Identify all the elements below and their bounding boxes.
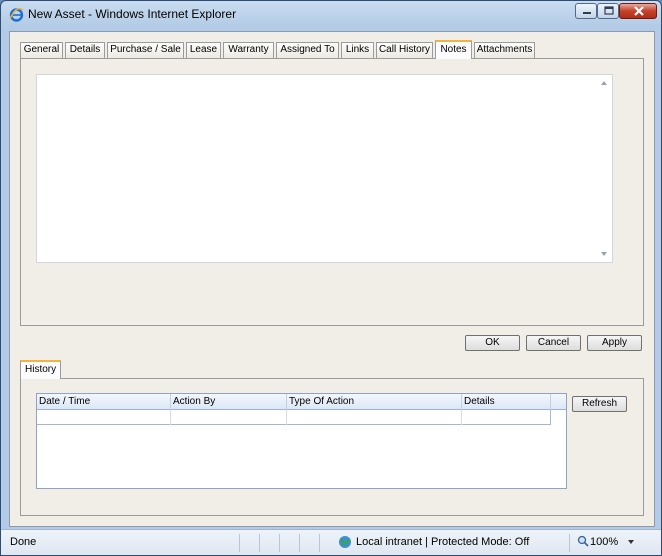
status-divider bbox=[259, 534, 260, 552]
title-bar[interactable]: New Asset - Windows Internet Explorer bbox=[1, 1, 661, 27]
page-content: General Details Purchase / Sale Lease Wa… bbox=[9, 31, 655, 527]
notes-panel bbox=[20, 58, 644, 326]
tab-warranty[interactable]: Warranty bbox=[223, 42, 274, 58]
minimize-button[interactable] bbox=[575, 3, 597, 19]
history-table: Date / Time Action By Type Of Action Det… bbox=[36, 393, 567, 489]
notes-scrollbar[interactable] bbox=[597, 75, 612, 262]
status-bar: Done Local intranet | Protected Mode: Of… bbox=[1, 529, 661, 555]
ok-button[interactable]: OK bbox=[465, 335, 520, 351]
tab-links[interactable]: Links bbox=[341, 42, 374, 58]
tab-notes[interactable]: Notes bbox=[435, 40, 472, 59]
status-text: Done bbox=[10, 536, 37, 548]
zoom-icon[interactable] bbox=[577, 535, 589, 547]
tab-assigned-to[interactable]: Assigned To bbox=[276, 42, 339, 58]
table-cell bbox=[37, 410, 171, 425]
tab-call-history[interactable]: Call History bbox=[376, 42, 433, 58]
column-header-action-by[interactable]: Action By bbox=[171, 394, 287, 410]
refresh-button[interactable]: Refresh bbox=[572, 396, 627, 412]
column-header-details[interactable]: Details bbox=[462, 394, 551, 410]
history-table-header: Date / Time Action By Type Of Action Det… bbox=[37, 394, 566, 410]
notes-textarea[interactable] bbox=[36, 74, 613, 263]
table-cell bbox=[171, 410, 287, 425]
tab-details[interactable]: Details bbox=[65, 42, 105, 58]
apply-button[interactable]: Apply bbox=[587, 335, 642, 351]
tab-history[interactable]: History bbox=[20, 360, 61, 379]
status-divider bbox=[239, 534, 240, 552]
close-icon bbox=[634, 6, 644, 16]
browser-window: New Asset - Windows Internet Explorer Ge… bbox=[0, 0, 662, 556]
column-header-type-of-action[interactable]: Type Of Action bbox=[287, 394, 462, 410]
tab-purchase-sale[interactable]: Purchase / Sale bbox=[107, 42, 184, 58]
ie-logo-icon bbox=[9, 7, 24, 22]
maximize-button[interactable] bbox=[597, 3, 619, 19]
chevron-down-icon[interactable] bbox=[628, 540, 634, 544]
status-divider bbox=[279, 534, 280, 552]
minimize-icon bbox=[583, 12, 591, 14]
tab-general[interactable]: General bbox=[20, 42, 63, 58]
table-row[interactable] bbox=[37, 410, 551, 425]
status-divider bbox=[299, 534, 300, 552]
scroll-up-arrow-icon[interactable] bbox=[601, 81, 607, 85]
history-panel: Date / Time Action By Type Of Action Det… bbox=[20, 378, 644, 516]
zoom-level[interactable]: 100% bbox=[590, 536, 618, 548]
column-header-date-time[interactable]: Date / Time bbox=[37, 394, 171, 410]
globe-icon bbox=[339, 536, 351, 548]
status-divider bbox=[319, 534, 320, 552]
tab-lease[interactable]: Lease bbox=[186, 42, 221, 58]
cancel-button[interactable]: Cancel bbox=[526, 335, 581, 351]
table-cell bbox=[287, 410, 462, 425]
tab-attachments[interactable]: Attachments bbox=[474, 42, 535, 58]
scroll-down-arrow-icon[interactable] bbox=[601, 252, 607, 256]
security-zone-text[interactable]: Local intranet | Protected Mode: Off bbox=[356, 536, 529, 548]
maximize-icon bbox=[604, 6, 614, 15]
window-title: New Asset - Windows Internet Explorer bbox=[28, 7, 237, 21]
close-button[interactable] bbox=[619, 3, 657, 19]
status-divider bbox=[569, 534, 570, 552]
